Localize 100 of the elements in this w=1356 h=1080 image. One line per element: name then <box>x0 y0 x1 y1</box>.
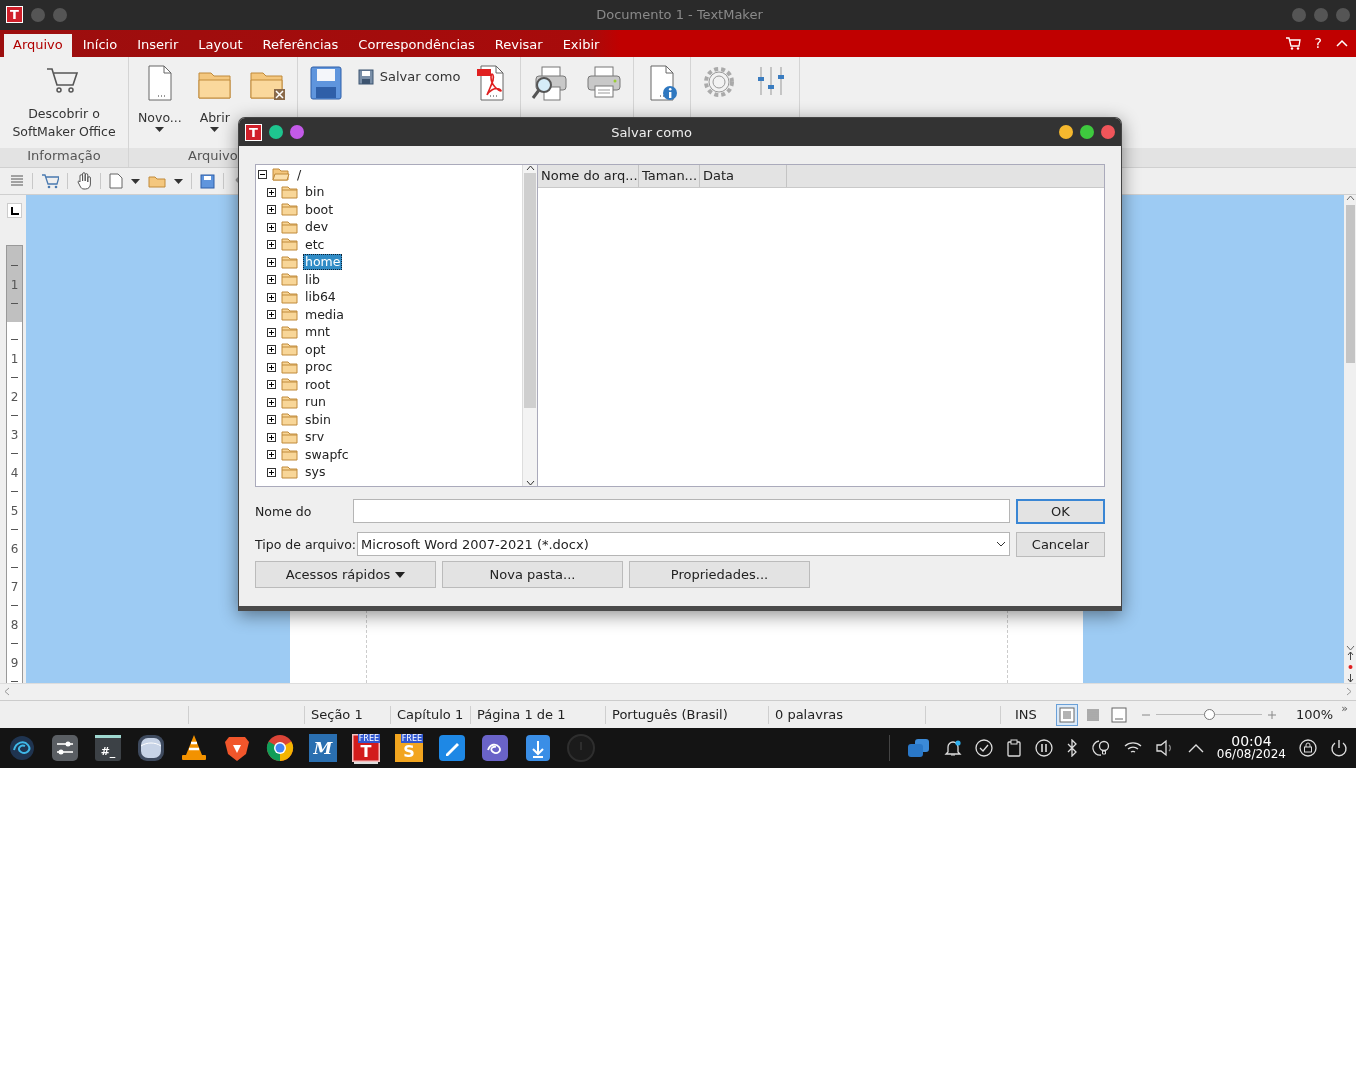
tree-item[interactable]: etc <box>303 236 327 253</box>
ribbon-button[interactable]: Abrir <box>188 56 241 146</box>
folder-tree[interactable]: / bin boot dev etc home lib lib64 media mnt opt proc root run sbin srv swapfc sys <box>255 164 538 487</box>
expand-icon[interactable] <box>267 240 276 250</box>
menu-tab[interactable]: Referências <box>253 33 348 57</box>
collapse-icon[interactable] <box>258 170 267 180</box>
dialog-button[interactable]: Propriedades... <box>629 561 810 588</box>
file-type-dropdown[interactable]: Microsoft Word 2007-2021 (*.docx) <box>357 532 1010 556</box>
save-icon[interactable] <box>200 173 215 189</box>
menu-tab[interactable]: Inserir <box>128 33 188 57</box>
download-icon[interactable] <box>524 734 552 763</box>
swirl-store-icon[interactable] <box>481 734 509 763</box>
zoom-percent[interactable]: 100% <box>1296 707 1334 723</box>
expand-icon[interactable] <box>267 222 276 232</box>
file-list[interactable]: Nome do arq... Taman... Data <box>538 164 1105 487</box>
menu-tab[interactable]: Revisar <box>485 33 552 57</box>
previous-page-icon[interactable] <box>1346 651 1354 661</box>
ok-button[interactable]: OK <box>1016 498 1105 524</box>
tree-item[interactable]: dev <box>303 219 331 236</box>
bulb-icon[interactable] <box>1090 739 1111 758</box>
tree-item[interactable]: bin <box>303 184 327 201</box>
tree-item[interactable]: boot <box>303 201 336 218</box>
scroll-up-icon[interactable] <box>1345 195 1355 201</box>
tree-item[interactable]: lib64 <box>303 289 338 306</box>
dialog-button[interactable]: Acessos rápidos <box>255 561 436 588</box>
maximize-button[interactable] <box>1080 125 1094 139</box>
menu-tab[interactable]: Layout <box>189 33 252 57</box>
tree-item[interactable]: sbin <box>303 411 333 428</box>
column-header[interactable]: Taman... <box>639 165 700 187</box>
expand-icon[interactable] <box>267 432 276 442</box>
collapse-ribbon-icon[interactable] <box>1336 39 1348 48</box>
menu-tab[interactable]: Correspondências <box>349 33 484 57</box>
overflow-button[interactable]: » <box>1341 701 1348 715</box>
chrome-icon[interactable] <box>266 734 294 763</box>
traffic-cone-icon[interactable] <box>180 734 208 763</box>
tree-item[interactable]: sys <box>303 464 328 481</box>
tree-item[interactable]: opt <box>303 341 328 358</box>
column-header[interactable]: Data <box>700 165 787 187</box>
clipboard-icon[interactable] <box>1005 739 1022 758</box>
pause-icon[interactable] <box>1034 739 1053 758</box>
tree-item[interactable]: / <box>295 166 304 183</box>
dialog-button[interactable]: Nova pasta... <box>442 561 623 588</box>
menu-tab[interactable]: Exibir <box>553 33 609 57</box>
tree-item[interactable]: swapfc <box>303 446 351 463</box>
window-dot[interactable] <box>53 7 67 22</box>
expand-icon[interactable] <box>267 345 276 355</box>
expand-icon[interactable] <box>267 380 276 390</box>
expand-icon[interactable] <box>267 415 276 425</box>
filename-field[interactable] <box>353 499 1010 523</box>
squares-icon[interactable] <box>906 738 931 759</box>
window-dot[interactable] <box>269 125 283 139</box>
expand-icon[interactable] <box>267 327 276 337</box>
tab-stop-button[interactable] <box>7 203 22 218</box>
check-circle-icon[interactable] <box>974 739 993 758</box>
insert-mode[interactable]: INS <box>1015 706 1037 722</box>
cancel-button[interactable]: Cancelar <box>1016 531 1105 557</box>
bell-icon[interactable] <box>943 739 962 758</box>
scroll-thumb[interactable] <box>524 173 536 408</box>
tree-item[interactable]: home <box>303 254 343 271</box>
column-header[interactable]: Nome do arq... <box>538 165 639 187</box>
tree-item[interactable]: srv <box>303 429 327 446</box>
scroll-down-icon[interactable] <box>1345 645 1355 651</box>
lock-icon[interactable] <box>1299 739 1317 758</box>
expand-icon[interactable] <box>267 205 276 215</box>
clock[interactable]: 00:04 06/08/2024 <box>1216 735 1286 762</box>
pen-icon[interactable] <box>438 734 466 763</box>
ribbon-button[interactable]: Salvar como <box>357 68 461 85</box>
sliders-icon[interactable] <box>51 734 79 763</box>
window-dot[interactable] <box>290 125 304 139</box>
scroll-up-icon[interactable] <box>525 165 535 171</box>
ribbon-button[interactable]: Novo... <box>131 56 189 146</box>
terminal-icon[interactable]: #_ <box>94 734 122 763</box>
tree-item[interactable]: proc <box>303 359 335 376</box>
scroll-down-icon[interactable] <box>525 480 535 486</box>
script-tile-icon[interactable]: M <box>309 734 337 763</box>
expand-icon[interactable] <box>267 310 276 320</box>
window-dot[interactable] <box>31 7 45 22</box>
chevron-up-icon[interactable] <box>1187 743 1204 754</box>
power-icon[interactable] <box>1330 739 1348 758</box>
view-button[interactable] <box>1056 703 1078 726</box>
ribbon-button[interactable]: Descobrir o SoftMaker Office <box>2 56 126 146</box>
tree-item[interactable]: media <box>303 306 346 323</box>
expand-icon[interactable] <box>267 257 276 267</box>
expand-icon[interactable] <box>267 187 276 197</box>
close-button[interactable] <box>1101 125 1115 139</box>
scroll-thumb[interactable] <box>1345 205 1355 363</box>
bluetooth-icon[interactable] <box>1065 739 1078 758</box>
cart-icon[interactable] <box>41 173 59 190</box>
expand-icon[interactable] <box>267 397 276 407</box>
cart-icon[interactable] <box>1284 36 1301 51</box>
tree-item[interactable]: lib <box>303 271 322 288</box>
minimize-button[interactable] <box>1059 125 1073 139</box>
tree-item[interactable]: mnt <box>303 324 332 341</box>
expand-icon[interactable] <box>267 362 276 372</box>
expand-icon[interactable] <box>267 467 276 477</box>
expand-icon[interactable] <box>267 275 276 285</box>
next-page-icon[interactable] <box>1346 673 1354 683</box>
menu-tab[interactable]: Arquivo <box>4 33 72 57</box>
new-document-icon[interactable] <box>109 173 123 190</box>
expand-icon[interactable] <box>267 292 276 302</box>
